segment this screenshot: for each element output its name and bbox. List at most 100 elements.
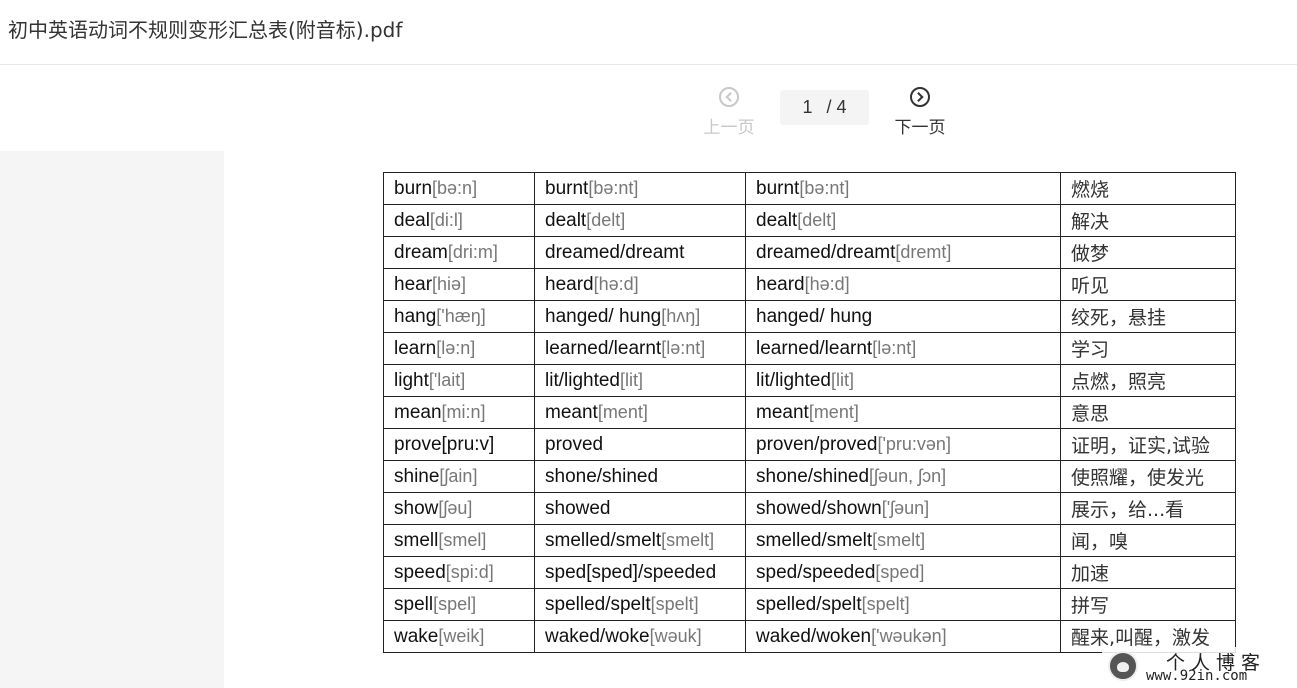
document-title: 初中英语动词不规则变形汇总表(附音标).pdf [8, 18, 403, 42]
phonetic-text: [ʃəun, ʃɔn] [869, 465, 947, 486]
base-form-cell: light['lait] [383, 364, 535, 397]
past-tense-cell: learned/learnt[lə:nt] [534, 332, 746, 365]
past-participle-text: dealt [756, 209, 798, 231]
past-tense-cell: shone/shined [534, 460, 746, 493]
next-page-label: 下一页 [894, 118, 946, 138]
phonetic-text: [bə:n] [432, 177, 478, 198]
past-participle-cell: proven/proved['pru:vən] [745, 428, 1061, 461]
past-tense-cell: burnt[bə:nt] [534, 172, 746, 205]
chevron-left-circle-icon [719, 87, 739, 107]
base-form-cell: shine[ʃain] [383, 460, 535, 493]
current-page-input[interactable]: 1 [802, 97, 812, 118]
pdf-viewer[interactable]: burn[bə:n] burnt[bə:nt] burnt[bə:nt] 燃烧 deal… [0, 151, 1297, 688]
past-tense-text: dreamed/dreamt [545, 241, 685, 263]
meaning-cell: 点燃，照亮 [1060, 364, 1236, 397]
past-participle-text: heard [756, 273, 805, 295]
base-form-text: light [394, 369, 429, 391]
past-participle-text: hanged/ hung [756, 305, 873, 327]
table-row: light['lait] lit/lighted[lit] lit/lighted[… [383, 364, 1236, 397]
base-form-text: prove[pru:v] [394, 433, 495, 455]
meaning-cell: 展示，给...看 [1060, 492, 1236, 525]
base-form-cell: hang['hæŋ] [383, 300, 535, 333]
past-participle-cell: smelled/smelt[smelt] [745, 524, 1061, 557]
meaning-text: 解决 [1071, 211, 1110, 233]
meaning-text: 使照耀，使发光 [1071, 467, 1205, 489]
phonetic-text: ['ʃəun] [881, 497, 930, 518]
past-participle-text: smelled/smelt [756, 529, 873, 551]
phonetic-text: [lit] [831, 369, 855, 390]
past-participle-cell: learned/learnt[lə:nt] [745, 332, 1061, 365]
base-form-text: speed [394, 561, 446, 583]
meaning-cell: 证明，证实,试验 [1060, 428, 1236, 461]
page-indicator: 1 / 4 [780, 90, 869, 125]
past-participle-text: lit/lighted [756, 369, 831, 391]
past-tense-text: shone/shined [545, 465, 659, 487]
phonetic-text: ['pru:vən] [877, 433, 951, 454]
base-form-cell: dream[dri:m] [383, 236, 535, 269]
base-form-text: hang [394, 305, 437, 327]
base-form-cell: show[ʃəu] [383, 492, 535, 525]
phonetic-text: [lit] [620, 369, 644, 390]
past-tense-text: sped[sped]/speeded [545, 561, 717, 583]
base-form-cell: prove[pru:v] [383, 428, 535, 461]
phonetic-text: [di:l] [429, 209, 463, 230]
phonetic-text: [wəuk] [649, 625, 702, 646]
past-tense-cell: smelled/smelt[smelt] [534, 524, 746, 557]
past-participle-text: shone/shined [756, 465, 870, 487]
prev-page-button[interactable]: 上一页 [689, 87, 769, 138]
meaning-cell: 闻，嗅 [1060, 524, 1236, 557]
chevron-right-circle-icon [910, 87, 930, 107]
pagination-bar: 上一页 1 / 4 下一页 [0, 65, 1297, 151]
phonetic-text: [dri:m] [447, 241, 498, 262]
past-participle-text: proven/proved [756, 433, 878, 455]
meaning-cell: 听见 [1060, 268, 1236, 301]
past-tense-text: dealt [545, 209, 587, 231]
phonetic-text: [delt] [586, 209, 626, 230]
table-row: learn[lə:n] learned/learnt[lə:nt] learned/… [383, 332, 1236, 365]
past-participle-cell: hanged/ hung [745, 300, 1061, 333]
past-participle-cell: spelled/spelt[spelt] [745, 588, 1061, 621]
meaning-text: 闻，嗅 [1071, 531, 1129, 553]
meaning-cell: 使照耀，使发光 [1060, 460, 1236, 493]
past-participle-cell: lit/lighted[lit] [745, 364, 1061, 397]
base-form-cell: wake[weik] [383, 620, 535, 653]
base-form-cell: learn[lə:n] [383, 332, 535, 365]
meaning-cell: 意思 [1060, 396, 1236, 429]
table-row: prove[pru:v] proved proven/proved['pru:vən… [383, 428, 1236, 461]
past-tense-text: burnt [545, 177, 589, 199]
meaning-text: 点燃，照亮 [1071, 371, 1167, 393]
past-participle-text: spelled/spelt [756, 593, 862, 615]
table-row: hang['hæŋ] hanged/ hung[hʌŋ] hanged/ hung 绞… [383, 300, 1236, 333]
past-tense-text: spelled/spelt [545, 593, 651, 615]
meaning-text: 展示，给...看 [1071, 499, 1185, 521]
base-form-text: shine [394, 465, 440, 487]
phonetic-text: [spi:d] [445, 561, 494, 582]
phonetic-text: [hə:d] [593, 273, 639, 294]
meaning-text: 绞死，悬挂 [1071, 307, 1167, 329]
meaning-text: 燃烧 [1071, 179, 1110, 201]
past-participle-cell: meant[ment] [745, 396, 1061, 429]
past-participle-text: burnt [756, 177, 800, 199]
base-form-cell: speed[spi:d] [383, 556, 535, 589]
past-tense-cell: spelled/spelt[spelt] [534, 588, 746, 621]
meaning-text: 听见 [1071, 275, 1110, 297]
phonetic-text: [lə:n] [436, 337, 476, 358]
phonetic-text: [spelt] [861, 593, 910, 614]
past-participle-cell: sped/speeded[sped] [745, 556, 1061, 589]
next-page-button[interactable]: 下一页 [880, 87, 960, 138]
base-form-cell: deal[di:l] [383, 204, 535, 237]
phonetic-text: [dremt] [895, 241, 952, 262]
base-form-cell: spell[spel] [383, 588, 535, 621]
meaning-text: 学习 [1071, 339, 1110, 361]
meaning-cell: 做梦 [1060, 236, 1236, 269]
phonetic-text: [bə:nt] [588, 177, 639, 198]
meaning-cell: 燃烧 [1060, 172, 1236, 205]
past-tense-cell: heard[hə:d] [534, 268, 746, 301]
blog-watermark: 个人博客 www.92in.com [1102, 647, 1297, 688]
phonetic-text: ['lait] [428, 369, 466, 390]
phonetic-text: [smelt] [872, 529, 926, 550]
base-form-text: spell [394, 593, 434, 615]
phonetic-text: [bə:nt] [799, 177, 850, 198]
past-participle-text: meant [756, 401, 809, 423]
table-row: deal[di:l] dealt[delt] dealt[delt] 解决 [383, 204, 1236, 237]
